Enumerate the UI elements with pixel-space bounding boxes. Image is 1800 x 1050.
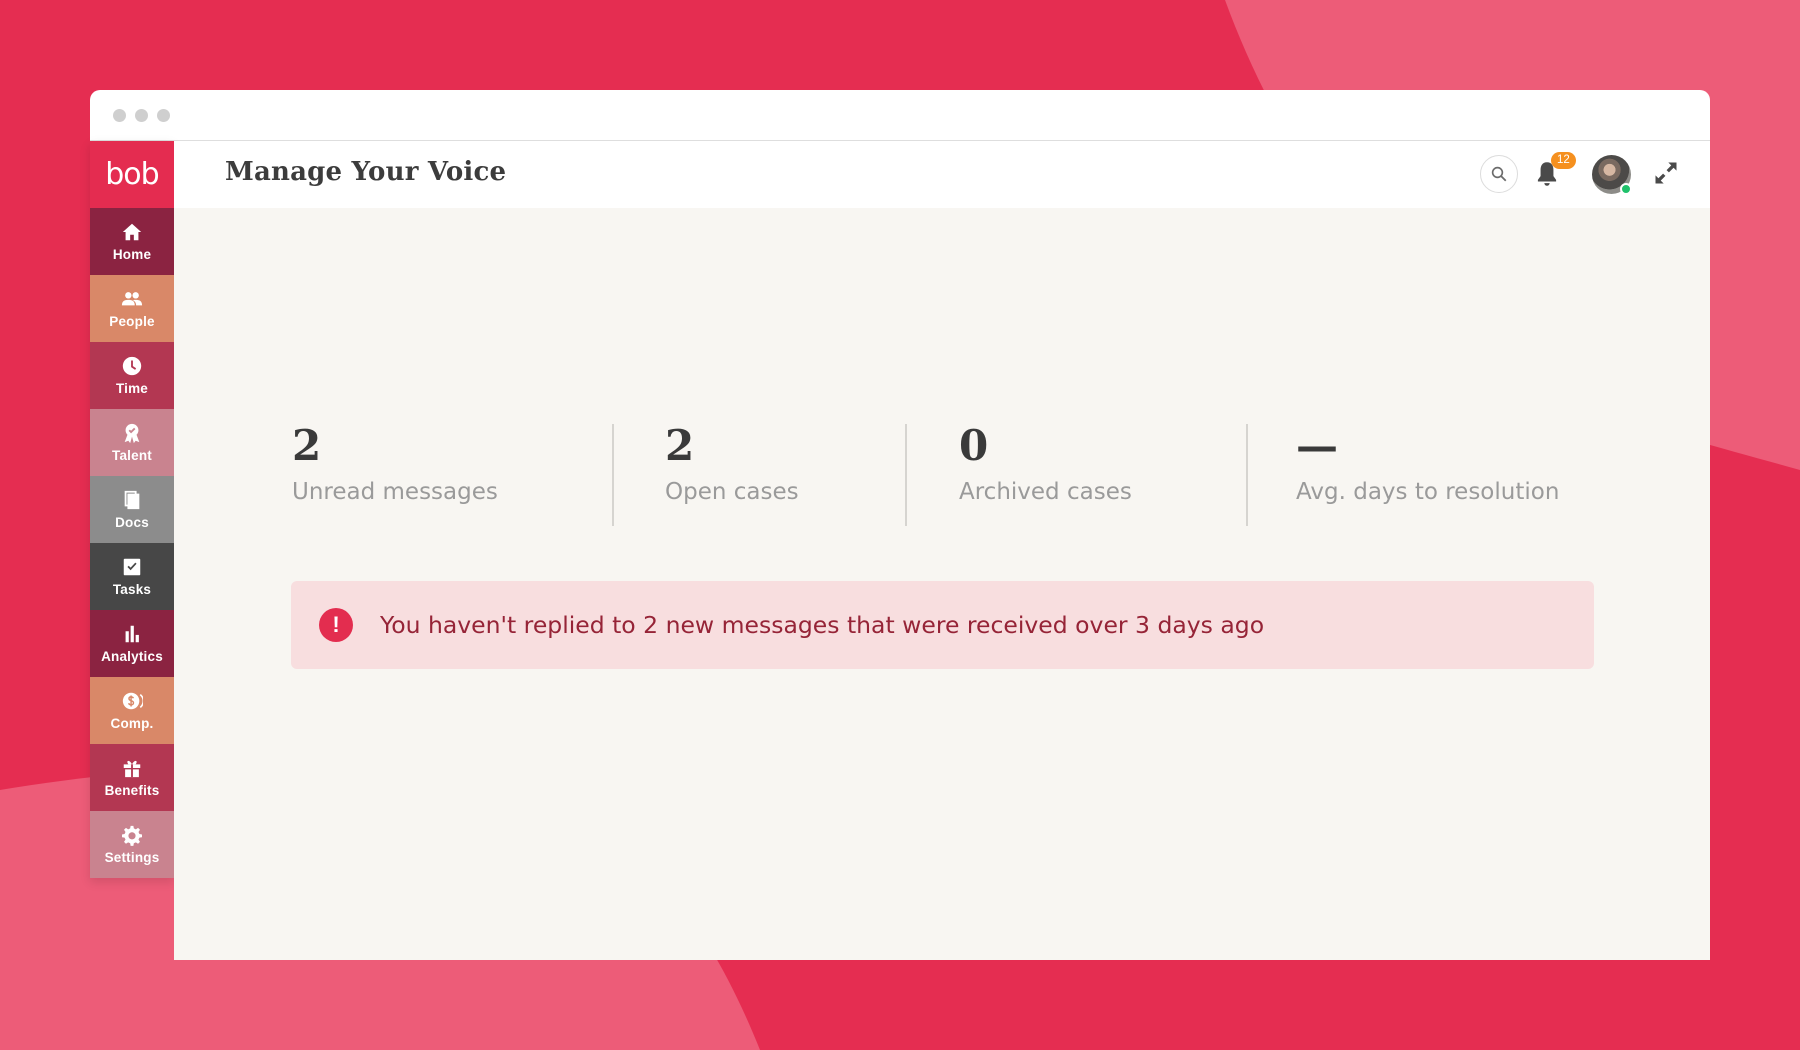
stat-divider	[1246, 424, 1248, 526]
stat-divider	[612, 424, 614, 526]
stat-value: 2	[292, 421, 322, 470]
sidebar-item-label: Home	[112, 247, 152, 262]
main-content: Manage Your Voice 12 2 Unread messages 2…	[174, 141, 1710, 960]
stat-value: 2	[665, 421, 695, 470]
stat-label: Open cases	[665, 479, 799, 505]
sidebar-item-label: Benefits	[104, 783, 160, 798]
sidebar-item-label: Settings	[104, 850, 160, 865]
stat-label: Archived cases	[959, 479, 1132, 505]
browser-window: bob Home People Time Talent Docs Tasks A…	[90, 90, 1710, 960]
sidebar-item-benefits[interactable]: Benefits	[90, 744, 174, 811]
sidebar-item-label: People	[109, 314, 155, 329]
sidebar-item-label: Talent	[112, 448, 152, 463]
expand-icon[interactable]	[1652, 159, 1680, 187]
bar-chart-icon	[125, 625, 139, 643]
sidebar-item-people[interactable]: People	[90, 275, 174, 342]
bob-logo[interactable]: bob	[90, 141, 174, 208]
page-title: Manage Your Voice	[225, 157, 507, 187]
window-titlebar	[90, 90, 1710, 141]
window-dot-minimize[interactable]	[135, 109, 148, 122]
sidebar-item-label: Time	[115, 381, 149, 396]
sidebar-item-analytics[interactable]: Analytics	[90, 610, 174, 677]
stat-unread-messages: 2 Unread messages	[292, 421, 498, 529]
stat-value: —	[1296, 421, 1338, 470]
clock-icon	[122, 356, 142, 376]
window-dot-close[interactable]	[113, 109, 126, 122]
sidebar-item-time[interactable]: Time	[90, 342, 174, 409]
sidebar-item-docs[interactable]: Docs	[90, 476, 174, 543]
sidebar-item-label: Comp.	[110, 716, 154, 731]
award-icon	[124, 423, 140, 444]
checkbox-icon	[123, 558, 141, 576]
search-icon	[1491, 166, 1507, 182]
sidebar-item-comp[interactable]: Comp.	[90, 677, 174, 744]
gift-icon	[123, 760, 141, 778]
window-dot-maximize[interactable]	[157, 109, 170, 122]
home-icon	[122, 223, 142, 241]
overdue-messages-alert: ! You haven't replied to 2 new messages …	[291, 581, 1594, 669]
stat-label: Unread messages	[292, 479, 498, 505]
sidebar-item-label: Docs	[115, 515, 149, 530]
sidebar-item-tasks[interactable]: Tasks	[90, 543, 174, 610]
sidebar-item-label: Analytics	[101, 649, 163, 664]
stat-label: Avg. days to resolution	[1296, 479, 1560, 505]
sidebar-item-label: Tasks	[112, 582, 152, 597]
sidebar: bob Home People Time Talent Docs Tasks A…	[90, 141, 174, 878]
documents-icon	[124, 490, 140, 510]
dollar-coin-icon	[122, 692, 143, 710]
stat-value: 0	[959, 421, 989, 470]
stat-archived-cases: 0 Archived cases	[959, 421, 1132, 529]
exclamation-icon: !	[319, 608, 353, 642]
sidebar-item-home[interactable]: Home	[90, 208, 174, 275]
stats-row: 2 Unread messages 2 Open cases 0 Archive…	[292, 421, 1597, 529]
sidebar-item-settings[interactable]: Settings	[90, 811, 174, 878]
alert-message: You haven't replied to 2 new messages th…	[380, 611, 1265, 639]
stat-avg-days-to-resolution: — Avg. days to resolution	[1296, 421, 1559, 529]
online-status-indicator	[1620, 183, 1632, 195]
people-icon	[121, 292, 143, 306]
gear-icon	[122, 825, 142, 846]
top-bar: Manage Your Voice 12	[174, 141, 1710, 208]
search-button[interactable]	[1480, 155, 1518, 193]
notification-badge: 12	[1551, 152, 1576, 169]
stat-divider	[905, 424, 907, 526]
sidebar-item-talent[interactable]: Talent	[90, 409, 174, 476]
stat-open-cases: 2 Open cases	[665, 421, 799, 529]
